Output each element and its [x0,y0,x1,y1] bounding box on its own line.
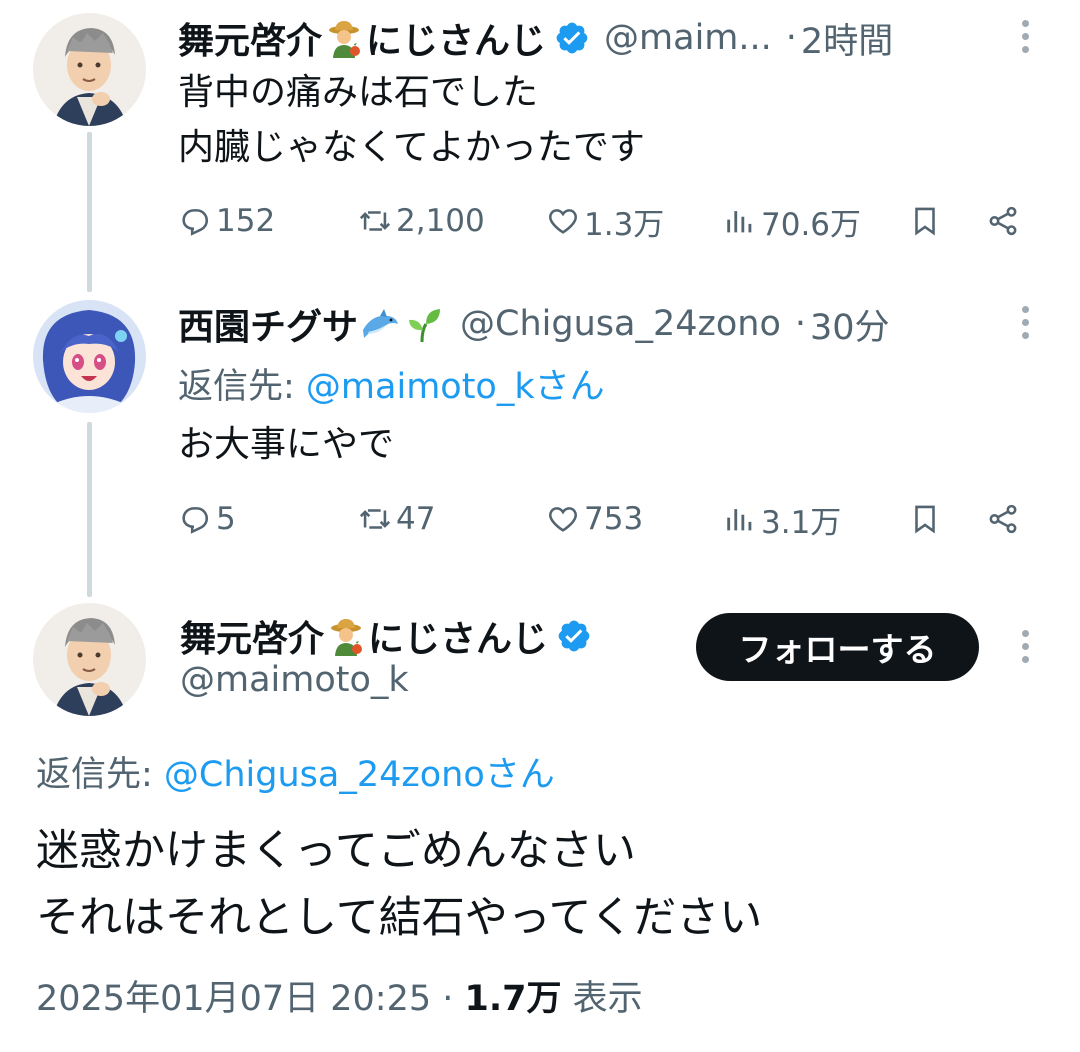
thread-connector [87,422,92,597]
reply-to-line: 返信先: @maimoto_kさん [178,358,605,409]
retweet-button[interactable]: 47 [358,494,435,544]
seedling-emoji-icon [404,304,444,344]
heart-icon [549,209,577,234]
main-author-name[interactable]: 舞元啓介 にじさんじ [180,610,592,662]
display-name[interactable]: 西園チグサ [178,298,358,350]
share-icon [989,206,1017,236]
views-chart-icon [727,211,752,233]
bookmark-icon [915,505,935,534]
views-count[interactable]: 1.7万 [465,979,562,1019]
timestamp[interactable]: 30分 [810,299,890,350]
separator-dot: · [794,304,807,344]
like-count: 753 [584,501,644,537]
like-button[interactable]: 1.3万 [546,196,664,246]
tweet-text-line: 内臓じゃなくてよかったです [178,127,645,168]
follow-button[interactable]: フォローする [696,613,979,681]
more-options-icon[interactable] [1018,20,1032,53]
more-options-icon[interactable] [1018,630,1032,663]
user-handle[interactable]: @maimoto_k [180,660,409,700]
heart-icon [549,507,577,532]
bookmark-button[interactable] [908,196,946,246]
like-count: 1.3万 [584,206,665,243]
tweet-text-line: お大事にやで [178,424,395,465]
retweet-button[interactable]: 2,100 [358,196,485,246]
avatar[interactable] [33,300,146,413]
tweet-datetime[interactable]: 2025年01月07日 20:25 · [36,979,465,1019]
retweet-icon [359,509,391,529]
tweet-actions: 5 47 753 3.1万 [178,494,1038,544]
tweet-header: 西園チグサ @Chigusa_24zono · 30分 [178,296,890,352]
views-count: 70.6万 [761,206,862,243]
verified-badge-icon [556,618,592,654]
user-handle[interactable]: @Chigusa_24zono [460,304,781,344]
retweet-count: 47 [396,501,436,537]
timestamp[interactable]: 2時間 [801,13,893,64]
bookmark-icon [915,207,935,236]
reply-to-mention[interactable]: @Chigusa_24zonoさん [164,755,555,795]
reply-to-label: 返信先: [178,367,306,407]
more-options-icon[interactable] [1018,306,1032,339]
dolphin-emoji-icon [360,304,400,344]
tweet-meta: 2025年01月07日 20:25 · 1.7万 表示 [36,970,643,1021]
reply-to-label: 返信先: [36,755,164,795]
share-icon [989,504,1017,534]
main-tweet-text-line: それはそれとして結石やってください [36,893,763,943]
farmer-emoji-icon [326,616,366,656]
reply-icon [182,209,209,236]
display-name[interactable]: 舞元啓介 [178,12,322,64]
user-handle[interactable]: @maim... [604,18,772,58]
reply-button[interactable]: 152 [178,196,275,246]
tweet-actions: 152 2,100 1.3万 70.6万 [178,196,1038,246]
avatar[interactable] [33,603,146,716]
views-count: 3.1万 [761,504,842,541]
tweet-header: 舞元啓介 にじさんじ @maim... · 2時間 [178,10,893,66]
thread-connector [87,132,92,292]
views-button[interactable]: 70.6万 [723,196,861,246]
farmer-emoji-icon [324,18,364,58]
retweet-count: 2,100 [396,203,485,239]
reply-count: 152 [216,203,276,239]
like-button[interactable]: 753 [546,494,643,544]
share-button[interactable] [986,196,1024,246]
share-button[interactable] [986,494,1024,544]
display-name: 舞元啓介 [180,619,325,660]
display-name-suffix[interactable]: にじさんじ [366,12,546,64]
separator-dot: · [785,18,797,58]
reply-to-mention[interactable]: @maimoto_kさん [306,367,605,407]
display-name-suffix: にじさんじ [368,619,549,660]
views-label: 表示 [561,979,643,1019]
bookmark-button[interactable] [908,494,946,544]
tweet-text-line: 背中の痛みは石でした [178,72,539,113]
views-chart-icon [727,509,752,531]
reply-count: 5 [216,501,236,537]
verified-badge-icon [554,20,590,56]
reply-button[interactable]: 5 [178,494,236,544]
retweet-icon [359,211,391,231]
views-button[interactable]: 3.1万 [723,494,841,544]
reply-icon [182,507,209,534]
main-tweet-text-line: 迷惑かけまくってごめんなさい [36,826,636,876]
avatar[interactable] [33,13,146,126]
reply-to-line: 返信先: @Chigusa_24zonoさん [36,746,555,797]
